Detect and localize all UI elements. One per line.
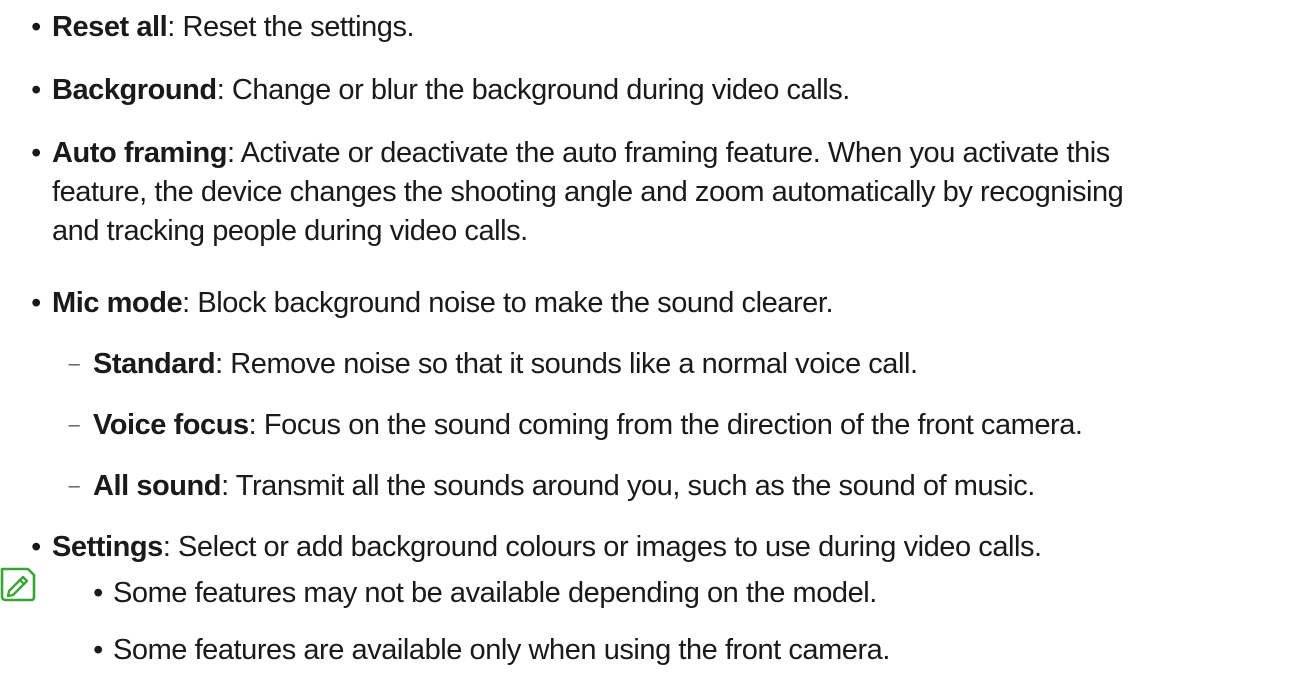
bullet-marker: •	[31, 137, 41, 169]
sub-item-all-sound: – All sound: Transmit all the sounds aro…	[69, 467, 1036, 506]
note-item: • Some features may not be available dep…	[93, 574, 877, 613]
term-all-sound: All sound	[93, 470, 222, 502]
list-item-mic-mode: • Mic mode: Block background noise to ma…	[31, 284, 834, 323]
desc-voice-focus: : Focus on the sound coming from the dir…	[248, 409, 1083, 441]
note-item: • Some features are available only when …	[93, 631, 890, 670]
term-settings: Settings	[52, 531, 163, 563]
note-pencil-icon	[0, 567, 36, 602]
sub-item-standard: – Standard: Remove noise so that it soun…	[69, 345, 918, 384]
desc-reset-all: : Reset the settings.	[167, 11, 415, 43]
term-auto-framing: Auto framing	[52, 137, 228, 169]
desc-settings: : Select or add background colours or im…	[162, 531, 1042, 563]
manual-page: • Reset all: Reset the settings. • Backg…	[0, 0, 1309, 679]
dash-marker: –	[68, 414, 80, 436]
sub-item-voice-focus: – Voice focus: Focus on the sound coming…	[69, 406, 1083, 445]
desc-standard: : Remove noise so that it sounds like a …	[215, 348, 918, 380]
bullet-marker: •	[93, 634, 103, 666]
bullet-marker: •	[31, 11, 41, 43]
note-text-1: Some features may not be available depen…	[113, 577, 877, 609]
list-item-auto-framing: • Auto framing: Activate or deactivate t…	[31, 134, 1124, 251]
note-text-2: Some features are available only when us…	[113, 634, 890, 666]
list-item-background: • Background: Change or blur the backgro…	[31, 71, 851, 110]
term-reset-all: Reset all	[52, 11, 168, 43]
dash-marker: –	[68, 353, 80, 375]
desc-auto-framing: : Activate or deactivate the auto framin…	[227, 137, 1110, 169]
desc-auto-framing-line-3: and tracking people during video calls.	[52, 215, 528, 247]
list-item-reset-all: • Reset all: Reset the settings.	[31, 8, 415, 47]
desc-background: : Change or blur the background during v…	[216, 74, 851, 106]
term-background: Background	[52, 74, 217, 106]
bullet-marker: •	[93, 577, 103, 609]
dash-marker: –	[68, 475, 80, 497]
term-mic-mode: Mic mode	[52, 287, 183, 319]
desc-all-sound: : Transmit all the sounds around you, su…	[221, 470, 1035, 502]
term-standard: Standard	[93, 348, 216, 380]
bullet-marker: •	[31, 287, 41, 319]
term-voice-focus: Voice focus	[93, 409, 249, 441]
desc-auto-framing-line-2: feature, the device changes the shooting…	[52, 176, 1124, 208]
bullet-marker: •	[31, 74, 41, 106]
desc-mic-mode: : Block background noise to make the sou…	[182, 287, 834, 319]
list-item-settings: • Settings: Select or add background col…	[31, 528, 1042, 567]
bullet-marker: •	[31, 531, 41, 563]
